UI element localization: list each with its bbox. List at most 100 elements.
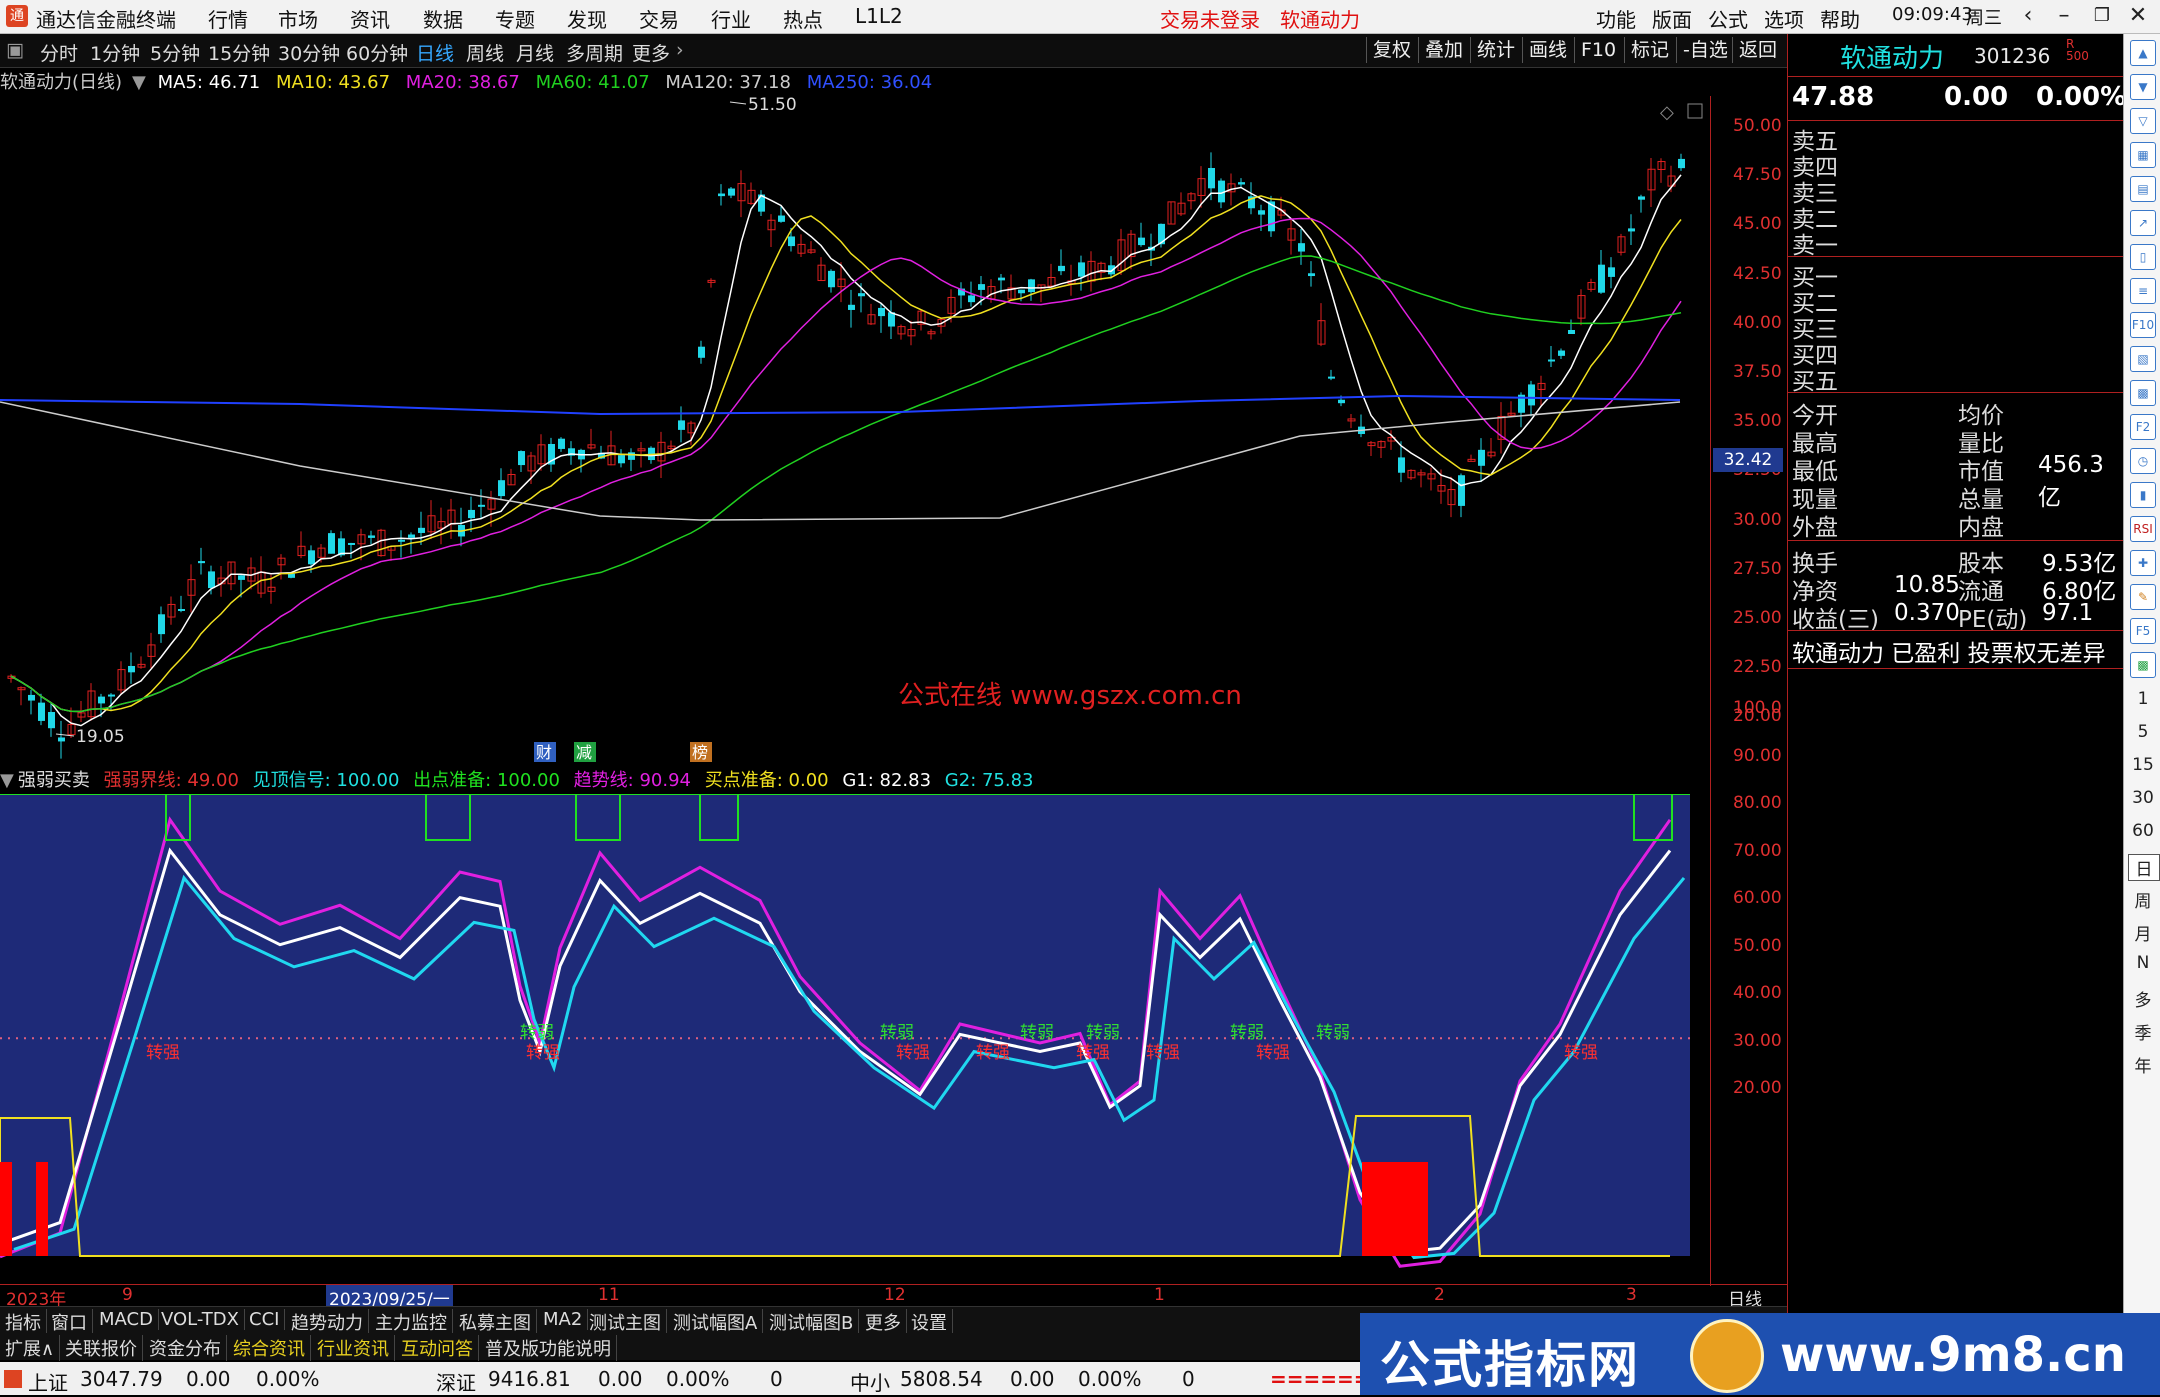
index-sz-name[interactable]: 深证 <box>436 1367 476 1396</box>
tab-edition-help[interactable]: 普及版功能说明 <box>480 1335 617 1361</box>
return-button[interactable]: 返回 <box>1732 37 1783 63</box>
menu-item-hot[interactable]: 热点 <box>783 4 823 33</box>
sidebar-period-day[interactable]: 日 <box>2128 854 2160 881</box>
tab-test-sub-a[interactable]: 测试幅图A <box>668 1309 764 1335</box>
sidebar-period-year[interactable]: 年 <box>2128 1052 2158 1077</box>
tab-industry-news[interactable]: 行业资讯 <box>312 1335 395 1361</box>
index-sh-name[interactable]: 上证 <box>28 1367 68 1396</box>
sidebar-export-icon[interactable]: ▩ <box>2130 652 2156 678</box>
close-icon[interactable]: ✕ <box>2120 2 2156 30</box>
tab-fund-distribution[interactable]: 资金分布 <box>144 1335 227 1361</box>
panel-toggle-icon[interactable]: ▣ <box>6 39 24 61</box>
sidebar-cross-icon[interactable]: ✚ <box>2130 550 2156 576</box>
period-tab-weekly[interactable]: 周线 <box>466 39 504 66</box>
period-tab-15min[interactable]: 15分钟 <box>208 39 270 66</box>
menu-item-topics[interactable]: 专题 <box>495 4 535 33</box>
mark-button[interactable]: 标记 <box>1624 37 1675 63</box>
index-sme-name[interactable]: 中小 <box>850 1367 890 1396</box>
sidebar-f5-icon[interactable]: F5 <box>2130 618 2156 644</box>
period-tab-multi[interactable]: 多周期 <box>566 39 623 66</box>
tab-trend-power[interactable]: 趋势动力 <box>286 1309 369 1335</box>
menu-item-l1l2[interactable]: L1L2 <box>855 4 903 28</box>
period-tab-more[interactable]: 更多 <box>632 39 670 66</box>
candlestick-chart[interactable]: 51.50 19.05 公式在线 www.gszx.com.cn 财 减 榜 ◇ <box>0 96 1710 764</box>
chart-options-icon[interactable]: ◇ <box>1660 102 1674 123</box>
menu-item-function[interactable]: 功能 <box>1596 4 1636 33</box>
sidebar-doc-icon[interactable]: ▩ <box>2130 380 2156 406</box>
overlay-button[interactable]: 叠加 <box>1418 37 1469 63</box>
draw-button[interactable]: 画线 <box>1522 37 1573 63</box>
sidebar-news-icon[interactable]: ▧ <box>2130 346 2156 372</box>
period-tab-intraday[interactable]: 分时 <box>40 39 78 66</box>
sidebar-period-multi[interactable]: 多 <box>2128 986 2158 1011</box>
period-tab-monthly[interactable]: 月线 <box>516 39 554 66</box>
chart-maximize-icon[interactable] <box>1687 103 1703 119</box>
minimize-icon[interactable]: – <box>2046 2 2082 30</box>
tab-cci[interactable]: CCI <box>244 1309 286 1330</box>
period-tab-1min[interactable]: 1分钟 <box>90 39 140 66</box>
period-tab-daily[interactable]: 日线 <box>416 39 454 66</box>
period-tab-5min[interactable]: 5分钟 <box>150 39 200 66</box>
sidebar-kline-icon[interactable]: ▯ <box>2130 244 2156 270</box>
sidebar-line-chart-icon[interactable]: ↗ <box>2130 210 2156 236</box>
tab-test-sub-b[interactable]: 测试幅图B <box>764 1309 860 1335</box>
sidebar-pen-icon[interactable]: ✎ <box>2130 584 2156 610</box>
menu-item-industry[interactable]: 行业 <box>711 4 751 33</box>
stats-button[interactable]: 统计 <box>1470 37 1521 63</box>
menu-item-bazaar[interactable]: 市场 <box>278 4 318 33</box>
back-icon[interactable]: ‹ <box>2010 2 2046 30</box>
tab-more[interactable]: 更多 <box>860 1309 907 1335</box>
sidebar-down2-icon[interactable]: ▽ <box>2130 108 2156 134</box>
tab-ma2[interactable]: MA2 <box>538 1309 589 1330</box>
menu-item-options[interactable]: 选项 <box>1764 4 1804 33</box>
ma-settings-icon[interactable]: ▼ <box>132 72 146 93</box>
tab-related-quotes[interactable]: 关联报价 <box>60 1335 143 1361</box>
sidebar-period-1[interactable]: 1 <box>2128 689 2158 709</box>
tab-macd[interactable]: MACD <box>94 1309 159 1330</box>
tab-expand[interactable]: 扩展∧ <box>0 1335 61 1361</box>
sidebar-f2-icon[interactable]: F2 <box>2130 414 2156 440</box>
tab-main-monitor[interactable]: 主力监控 <box>370 1309 453 1335</box>
menu-item-help[interactable]: 帮助 <box>1820 4 1860 33</box>
sidebar-grid-icon[interactable]: ▦ <box>2130 142 2156 168</box>
period-tab-60min[interactable]: 60分钟 <box>346 39 408 66</box>
sidebar-period-month[interactable]: 月 <box>2128 920 2158 945</box>
indicator-name[interactable]: 强弱买卖 <box>18 770 90 791</box>
tab-private-main[interactable]: 私募主图 <box>454 1309 537 1335</box>
tab-qa[interactable]: 互动问答 <box>396 1335 479 1361</box>
sidebar-period-60[interactable]: 60 <box>2128 821 2158 841</box>
sidebar-list-icon[interactable]: ≡ <box>2130 278 2156 304</box>
sidebar-period-week[interactable]: 周 <box>2128 887 2158 912</box>
tab-general-news[interactable]: 综合资讯 <box>228 1335 311 1361</box>
sidebar-up-icon[interactable]: ▲ <box>2130 40 2156 66</box>
tab-window[interactable]: 窗口 <box>46 1309 93 1335</box>
sidebar-period-15[interactable]: 15 <box>2128 755 2158 775</box>
period-tab-30min[interactable]: 30分钟 <box>278 39 340 66</box>
indicator-chart[interactable]: 转强 转强 转强 转强 转强 转强 转强 转强转弱 转弱 转弱 转弱 转弱 转弱 <box>0 794 1712 1282</box>
sidebar-period-5[interactable]: 5 <box>2128 722 2158 742</box>
sidebar-rsi-icon[interactable]: RSI <box>2130 516 2156 542</box>
indicator-settings-icon[interactable]: ▼ <box>0 770 14 791</box>
tab-settings[interactable]: 设置 <box>906 1309 953 1335</box>
sidebar-period-30[interactable]: 30 <box>2128 788 2158 808</box>
sidebar-clock-icon[interactable]: ◷ <box>2130 448 2156 474</box>
menu-item-formula[interactable]: 公式 <box>1708 4 1748 33</box>
sidebar-f10-icon[interactable]: F10 <box>2130 312 2156 338</box>
tab-vol-tdx[interactable]: VOL-TDX <box>156 1309 245 1330</box>
adjust-button[interactable]: 复权 <box>1366 37 1417 63</box>
sidebar-period-n[interactable]: N <box>2128 953 2158 973</box>
menu-item-trade[interactable]: 交易 <box>639 4 679 33</box>
tab-indicator[interactable]: 指标 <box>0 1309 47 1335</box>
watchlist-button[interactable]: -自选 <box>1676 37 1734 63</box>
sidebar-bar-icon[interactable]: ▮ <box>2130 482 2156 508</box>
trade-login-status[interactable]: 交易未登录 <box>1160 4 1260 33</box>
f10-button[interactable]: F10 <box>1574 37 1622 63</box>
sidebar-period-season[interactable]: 季 <box>2128 1019 2158 1044</box>
sidebar-table-icon[interactable]: ▤ <box>2130 176 2156 202</box>
menu-item-market[interactable]: 行情 <box>208 4 248 33</box>
menu-item-news[interactable]: 资讯 <box>350 4 390 33</box>
sidebar-down-icon[interactable]: ▼ <box>2130 74 2156 100</box>
more-chevron-icon[interactable]: › <box>676 39 684 61</box>
tab-test-main[interactable]: 测试主图 <box>584 1309 667 1335</box>
menu-item-discover[interactable]: 发现 <box>567 4 607 33</box>
